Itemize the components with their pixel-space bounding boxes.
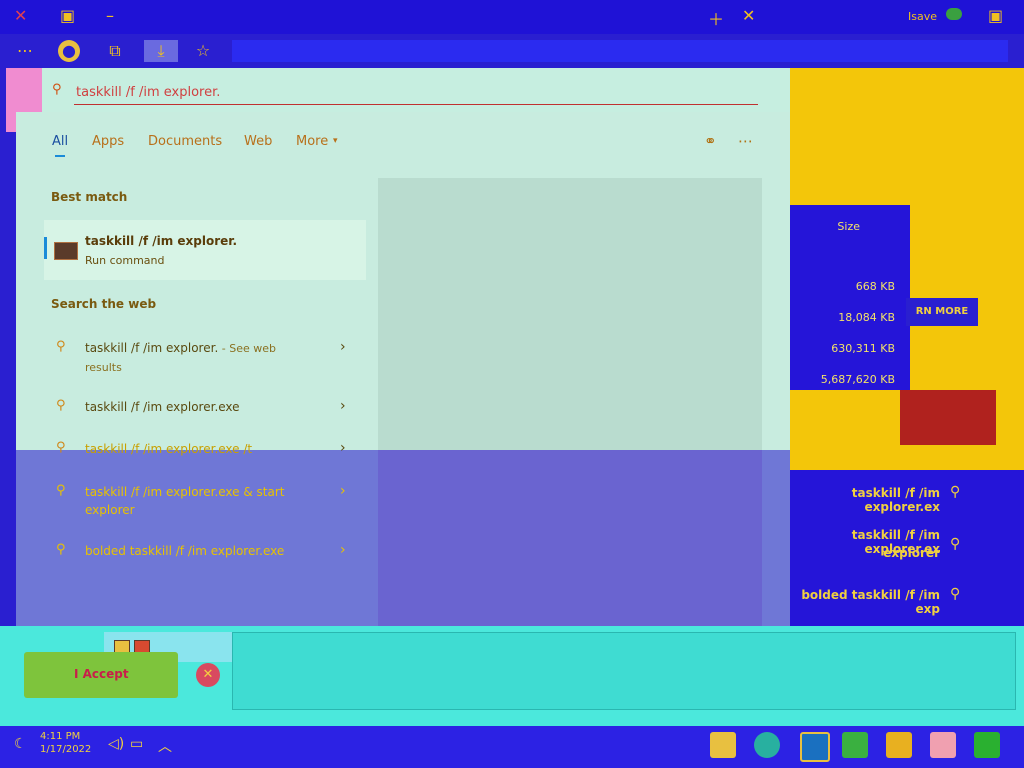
chevron-right-icon: › [340,483,346,499]
size-header: Size [837,220,860,233]
web-result-text: taskkill /f /im explorer.exe [85,400,240,414]
edge-icon[interactable] [754,732,780,758]
taskbar: ☾ 4:11 PM 1/17/2022 ◁) ▭ ︿ [0,726,1024,768]
search-icon: ⚲ [56,440,66,455]
background-results: taskkill /f /im explorer.ex taskkill /f … [790,470,1024,626]
web-result-item[interactable]: ⚲ taskkill /f /im explorer.exe & start ex… [52,483,352,519]
background-banner [900,390,996,445]
browser-toolbar: ⋯ ● ⧉ ⤓ ☆ [0,34,1024,68]
chevron-right-icon: › [340,542,346,558]
chevron-up-icon[interactable]: ︿ [158,736,172,756]
active-tab-indicator [55,155,65,157]
search-icon: ⚲ [56,339,66,354]
taskbar-clock[interactable]: 4:11 PM 1/17/2022 [40,730,91,756]
background-result: bolded taskkill /f /im exp [801,588,940,616]
profile-label: Isave [908,10,937,23]
search-icon: ⚲ [950,484,961,500]
accept-button[interactable]: I Accept [24,652,178,698]
web-result-item[interactable]: ⚲ bolded taskkill /f /im explorer.exe › [52,542,352,560]
tab-web[interactable]: Web [244,134,272,149]
start-icon[interactable] [974,732,1000,758]
chevron-down-icon[interactable]: ▾ [333,136,338,146]
best-match-heading: Best match [51,190,128,204]
store-icon[interactable] [886,732,912,758]
window-icon[interactable]: ▣ [988,6,1003,25]
background-result: explorer [883,546,940,560]
tab-more[interactable]: More [296,134,328,149]
accept-label: I Accept [74,667,129,681]
web-result-item[interactable]: ⚲ taskkill /f /im explorer. - See web res… [52,339,352,375]
best-match-item[interactable] [44,220,366,280]
tab-documents[interactable]: Documents [148,134,222,149]
selection-indicator [44,237,47,259]
volume-icon[interactable]: ◁) [108,736,124,752]
close-icon[interactable]: ✕ [742,6,755,25]
chevron-right-icon: › [340,398,346,414]
browser-title-bar: ✕ ▣ – ＋ ✕ Isave ▣ [0,0,1024,34]
chevron-right-icon: › [340,339,346,355]
web-result-text: bolded taskkill /f /im explorer.exe [85,544,285,558]
background-result: taskkill /f /im explorer.ex [851,486,940,514]
best-match-subtitle: Run command [85,254,165,267]
search-icon: ⚲ [950,536,961,552]
learn-more-button[interactable]: RN MORE [906,298,978,326]
web-result-suffix: - See web [218,342,276,355]
address-bar[interactable] [232,40,1008,62]
clock-time: 4:11 PM [40,731,81,742]
web-result-item[interactable]: ⚲ taskkill /f /im explorer.exe /t › [52,440,352,458]
web-result-text: taskkill /f /im explorer. [85,341,219,355]
run-command-icon [54,242,78,260]
web-result-text: taskkill /f /im explorer.exe & start [85,485,285,499]
moon-icon[interactable]: ☾ [14,736,27,752]
clock-date: 1/17/2022 [40,744,92,755]
collections-icon[interactable]: ⧉ [104,40,126,62]
search-input[interactable] [74,80,758,105]
network-icon[interactable]: ▭ [130,736,143,752]
tab-all[interactable]: All [52,134,68,149]
minimize-tab-icon[interactable]: – [106,6,114,25]
more-icon[interactable]: ⋯ [14,40,36,62]
notepad-icon[interactable] [842,732,868,758]
mail-app-icon[interactable] [800,732,830,762]
search-icon: ⚲ [56,398,66,413]
size-value: 668 KB [855,280,895,293]
profile-badge-icon [946,8,962,20]
search-icon: ⚲ [56,483,66,498]
web-result-text: taskkill /f /im explorer.exe /t [85,442,253,456]
web-result-line2: explorer [85,503,135,517]
favorites-icon[interactable]: ☆ [192,40,214,62]
new-tab-icon[interactable]: ＋ [708,6,724,30]
close-dialog-icon[interactable]: ✕ [196,663,220,687]
content-box [232,632,1016,710]
search-icon: ⚲ [56,542,66,557]
size-column-panel: Size 668 KB 18,084 KB 630,311 KB 5,687,6… [790,205,910,390]
close-tab-icon[interactable]: ✕ [14,6,27,25]
preview-pane-lower [378,450,762,626]
size-value: 18,084 KB [838,311,895,324]
web-result-line2: results [85,361,122,374]
tab-apps[interactable]: Apps [92,134,124,149]
tab-actions-icon[interactable]: ▣ [60,6,75,25]
search-icon: ⚲ [950,586,961,602]
share-icon[interactable]: ⚭ [704,132,717,150]
more-options-icon[interactable]: ⋯ [738,132,753,150]
search-web-heading: Search the web [51,297,157,311]
best-match-title: taskkill /f /im explorer. [85,234,238,248]
file-explorer-icon[interactable] [930,732,956,758]
size-value: 5,687,620 KB [820,373,895,386]
chevron-right-icon: › [340,440,346,456]
web-result-item[interactable]: ⚲ taskkill /f /im explorer.exe › [52,398,352,416]
download-icon[interactable]: ⤓ [144,40,178,62]
calendar-app-icon[interactable] [710,732,736,758]
search-icon: ⚲ [52,82,62,97]
avatar[interactable]: ● [58,40,80,62]
search-box[interactable]: ⚲ [42,68,790,112]
size-value: 630,311 KB [831,342,895,355]
